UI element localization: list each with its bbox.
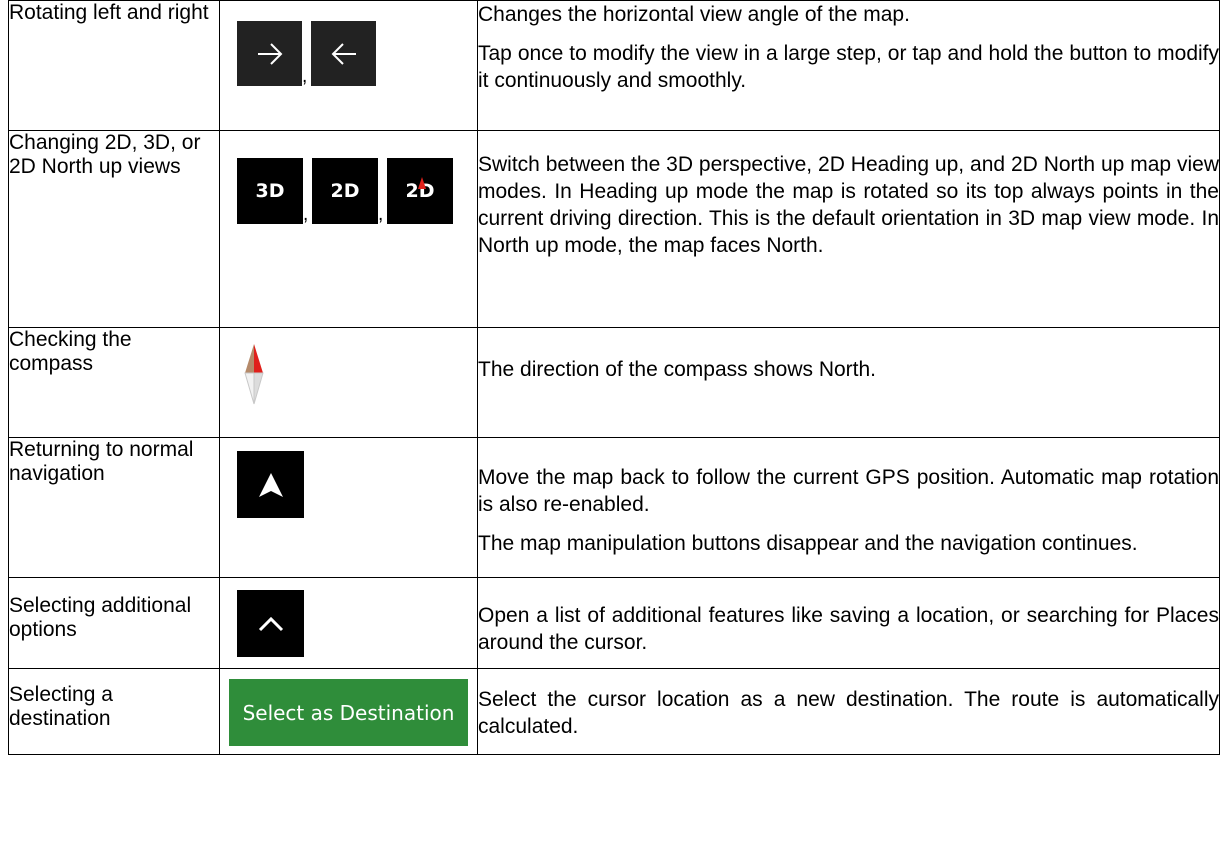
action-cell: Changing 2D, 3D, or 2D North up views — [8, 130, 220, 328]
map-controls-table: Rotating left and right , Changes the ho… — [8, 0, 1220, 755]
rotate-left-button[interactable] — [311, 21, 376, 86]
action-cell: Selecting additional options — [8, 577, 220, 669]
action-label: Selecting a destination — [9, 683, 113, 730]
description-text: The direction of the compass shows North… — [478, 358, 877, 381]
view-3d-label: 3D — [255, 180, 285, 202]
north-marker-icon — [418, 177, 426, 189]
table-row: Rotating left and right , Changes the ho… — [8, 0, 1220, 131]
rotate-right-button[interactable] — [237, 21, 302, 86]
table-row: Checking the compass The direction of th… — [8, 327, 1220, 438]
action-label: Returning to normal navigation — [9, 438, 194, 485]
select-as-destination-label: Select as Destination — [242, 700, 455, 725]
description-text: Select the cursor location as a new dest… — [478, 688, 1219, 738]
button-cell: Select as Destination — [219, 668, 478, 755]
description-cell: Switch between the 3D perspective, 2D He… — [477, 130, 1220, 328]
action-label: Selecting additional options — [9, 594, 192, 641]
button-cell — [219, 437, 478, 578]
description-cell: Open a list of additional features like … — [477, 577, 1220, 669]
view-2d-button[interactable]: 2D — [312, 158, 378, 224]
action-label: Checking the compass — [9, 328, 132, 375]
return-to-navigation-button[interactable] — [237, 451, 304, 518]
action-cell: Checking the compass — [8, 327, 220, 438]
view-2d-north-button[interactable]: 2D — [387, 158, 453, 224]
select-as-destination-button[interactable]: Select as Destination — [229, 679, 468, 746]
description-text: Move the map back to follow the current … — [478, 466, 1219, 516]
arrow-right-icon — [257, 42, 282, 65]
button-cell — [219, 577, 478, 669]
description-text: Changes the horizontal view angle of the… — [478, 3, 910, 26]
action-cell: Selecting a destination — [8, 668, 220, 755]
description-text: Tap once to modify the view in a large s… — [478, 42, 1219, 92]
action-label: Changing 2D, 3D, or 2D North up views — [9, 131, 201, 178]
navigation-arrow-icon — [258, 472, 283, 497]
view-3d-button[interactable]: 3D — [237, 158, 303, 224]
chevron-up-icon — [258, 616, 283, 631]
button-cell: , — [219, 0, 478, 131]
description-text: The map manipulation buttons disappear a… — [478, 532, 1138, 555]
action-label: Rotating left and right — [9, 1, 209, 24]
table-row: Selecting additional options Open a list… — [8, 577, 1220, 669]
description-cell: The direction of the compass shows North… — [477, 327, 1220, 438]
description-cell: Move the map back to follow the current … — [477, 437, 1220, 578]
button-cell — [219, 327, 478, 438]
table-row: Returning to normal navigation Move the … — [8, 437, 1220, 578]
button-cell: 3D , 2D , 2D — [219, 130, 478, 328]
description-text: Switch between the 3D perspective, 2D He… — [478, 153, 1219, 257]
action-cell: Rotating left and right — [8, 0, 220, 131]
separator: , — [302, 66, 308, 87]
separator: , — [378, 204, 384, 225]
table-row: Selecting a destination Select as Destin… — [8, 668, 1220, 755]
more-options-button[interactable] — [237, 590, 304, 657]
description-cell: Select the cursor location as a new dest… — [477, 668, 1220, 755]
action-cell: Returning to normal navigation — [8, 437, 220, 578]
view-2d-label: 2D — [330, 180, 360, 202]
table-row: Changing 2D, 3D, or 2D North up views 3D… — [8, 130, 1220, 328]
description-cell: Changes the horizontal view angle of the… — [477, 0, 1220, 131]
arrow-left-icon — [331, 42, 356, 65]
separator: , — [303, 204, 309, 225]
compass-icon[interactable] — [241, 342, 267, 406]
description-text: Open a list of additional features like … — [478, 604, 1219, 654]
